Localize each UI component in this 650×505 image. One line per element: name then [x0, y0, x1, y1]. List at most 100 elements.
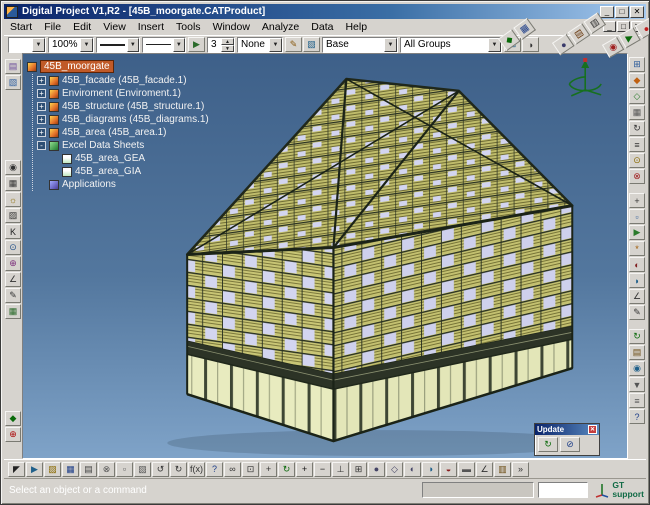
- section-icon[interactable]: ◗: [629, 273, 645, 288]
- open-icon[interactable]: ▨: [44, 462, 61, 477]
- update-dialog-titlebar[interactable]: Update ✕: [535, 424, 599, 435]
- invert-filter-icon[interactable]: ◑: [522, 37, 539, 52]
- spin-down-icon[interactable]: ▼: [221, 45, 234, 52]
- paint-properties-icon[interactable]: ▧: [5, 75, 21, 90]
- menu-start[interactable]: Start: [4, 21, 38, 33]
- measure-icon[interactable]: ∠: [5, 272, 21, 287]
- new-part-icon[interactable]: ◇: [629, 89, 645, 104]
- fly-mode-icon[interactable]: ▶: [26, 462, 43, 477]
- catalog-icon[interactable]: ▤: [629, 345, 645, 360]
- tree-expander-icon[interactable]: +: [37, 76, 46, 85]
- hide-show-icon[interactable]: ◑: [422, 462, 439, 477]
- annotation-pen-icon[interactable]: ✎: [5, 288, 21, 303]
- menu-tools[interactable]: Tools: [170, 21, 207, 33]
- tree-expander-icon[interactable]: +: [37, 128, 46, 137]
- measure-between-icon[interactable]: ∠: [476, 462, 493, 477]
- undo-icon[interactable]: ↺: [152, 462, 169, 477]
- menu-data[interactable]: Data: [305, 21, 339, 33]
- axis-system-icon[interactable]: ⊕: [5, 256, 21, 271]
- light-source-icon[interactable]: ☼: [5, 192, 21, 207]
- symbol-combo[interactable]: None ▼: [237, 37, 283, 53]
- fix-constraint-icon[interactable]: ⊗: [629, 169, 645, 184]
- swap-space-icon[interactable]: ◒: [440, 462, 457, 477]
- formula-icon[interactable]: f(x): [188, 462, 205, 477]
- camera-icon[interactable]: ◉: [5, 160, 21, 175]
- tree-expander-icon[interactable]: +: [37, 89, 46, 98]
- tree-expander-icon[interactable]: -: [37, 141, 46, 150]
- zoom-out-icon[interactable]: −: [314, 462, 331, 477]
- painter-icon[interactable]: ✎: [285, 37, 302, 52]
- dialog-prompt-field[interactable]: [422, 482, 534, 498]
- zoom-combo[interactable]: 100% ▼: [48, 37, 94, 53]
- fit-all-icon[interactable]: ⊡: [242, 462, 259, 477]
- tree-item-45b-facade[interactable]: + 45B_facade (45B_facade.1): [37, 74, 209, 87]
- line-weight-combo[interactable]: ▼: [142, 37, 186, 53]
- view-compass[interactable]: [569, 58, 601, 96]
- graphic-style-combo[interactable]: ▼: [8, 37, 46, 53]
- layers-icon[interactable]: ≡: [629, 393, 645, 408]
- update-all-icon[interactable]: ↻: [629, 329, 645, 344]
- toolbar-overflow-icon[interactable]: »: [512, 462, 529, 477]
- 3d-viewport[interactable]: 45B_moorgate + 45B_facade (45B_facade.1)…: [22, 53, 628, 459]
- cut-icon[interactable]: ⊗: [98, 462, 115, 477]
- tree-item-applications[interactable]: Applications: [37, 178, 209, 191]
- power-input-field[interactable]: [538, 482, 588, 498]
- tree-item-45b-area[interactable]: + 45B_area (45B_area.1): [37, 126, 209, 139]
- tree-root[interactable]: 45B_moorgate: [27, 60, 209, 73]
- clash-icon[interactable]: ◐: [629, 257, 645, 272]
- multi-view-icon[interactable]: ⊞: [350, 462, 367, 477]
- link-manager-icon[interactable]: ∞: [224, 462, 241, 477]
- shading-icon[interactable]: ●: [368, 462, 385, 477]
- tree-root-label[interactable]: 45B_moorgate: [40, 60, 114, 73]
- constraint-icon[interactable]: ⊙: [629, 153, 645, 168]
- info-icon[interactable]: ?: [629, 409, 645, 424]
- maximize-button[interactable]: □: [615, 6, 629, 18]
- annotate-icon[interactable]: ✎: [629, 305, 645, 320]
- thickness-spinner[interactable]: ▲ ▼: [221, 38, 234, 52]
- normal-view-icon[interactable]: ⊥: [332, 462, 349, 477]
- close-icon[interactable]: ✕: [588, 425, 597, 434]
- existing-component-icon[interactable]: ▦: [629, 105, 645, 120]
- chevron-down-icon[interactable]: ▼: [127, 38, 139, 52]
- zoom-in-icon[interactable]: +: [296, 462, 313, 477]
- menu-help[interactable]: Help: [339, 21, 373, 33]
- tree-item-45b-area-gea[interactable]: 45B_area_GEA: [50, 152, 209, 165]
- menu-edit[interactable]: Edit: [67, 21, 97, 33]
- view-mode-combo[interactable]: Base ▼: [322, 37, 398, 53]
- tree-expander-icon[interactable]: +: [37, 102, 46, 111]
- paste-icon[interactable]: ▧: [134, 462, 151, 477]
- save-icon[interactable]: ▦: [62, 462, 79, 477]
- spin-up-icon[interactable]: ▲: [221, 38, 234, 45]
- thickness-combo[interactable]: 3 ▲ ▼: [207, 37, 235, 53]
- update-dialog[interactable]: Update ✕ ↻ ⊘: [534, 423, 600, 456]
- title-bar[interactable]: Digital Project V1,R2 - [45B_moorgate.CA…: [4, 4, 646, 19]
- minimize-button[interactable]: _: [600, 6, 614, 18]
- ground-icon[interactable]: ▬: [458, 462, 475, 477]
- pan-icon[interactable]: +: [260, 462, 277, 477]
- depth-effect-icon[interactable]: ▨: [5, 208, 21, 223]
- close-button[interactable]: ✕: [630, 6, 644, 18]
- publish-icon[interactable]: ◉: [629, 361, 645, 376]
- chevron-down-icon[interactable]: ▼: [269, 38, 282, 52]
- menu-analyze[interactable]: Analyze: [256, 21, 305, 33]
- groups-combo[interactable]: All Groups ▼: [400, 37, 502, 53]
- print-icon[interactable]: ▤: [80, 462, 97, 477]
- manipulate-icon[interactable]: +: [629, 193, 645, 208]
- menu-window[interactable]: Window: [207, 21, 256, 33]
- distance-band-icon[interactable]: ∠: [629, 289, 645, 304]
- knowledge-icon[interactable]: K: [5, 224, 21, 239]
- tree-item-enviroment[interactable]: + Enviroment (Enviroment.1): [37, 87, 209, 100]
- chevron-down-icon[interactable]: ▼: [384, 38, 397, 52]
- line-type-combo[interactable]: ▼: [96, 37, 140, 53]
- wireframe-icon[interactable]: ◇: [386, 462, 403, 477]
- chevron-down-icon[interactable]: ▼: [173, 38, 185, 52]
- filter-icon[interactable]: ▼: [629, 377, 645, 392]
- graphic-wizard-icon[interactable]: ▧: [303, 37, 320, 52]
- replace-component-icon[interactable]: ↻: [629, 121, 645, 136]
- new-product-icon[interactable]: ◆: [629, 73, 645, 88]
- redo-icon[interactable]: ↻: [170, 462, 187, 477]
- rotate-icon[interactable]: ↻: [278, 462, 295, 477]
- grid-icon[interactable]: ▦: [5, 304, 21, 319]
- target-icon[interactable]: ⊕: [5, 427, 21, 442]
- menu-insert[interactable]: Insert: [132, 21, 170, 33]
